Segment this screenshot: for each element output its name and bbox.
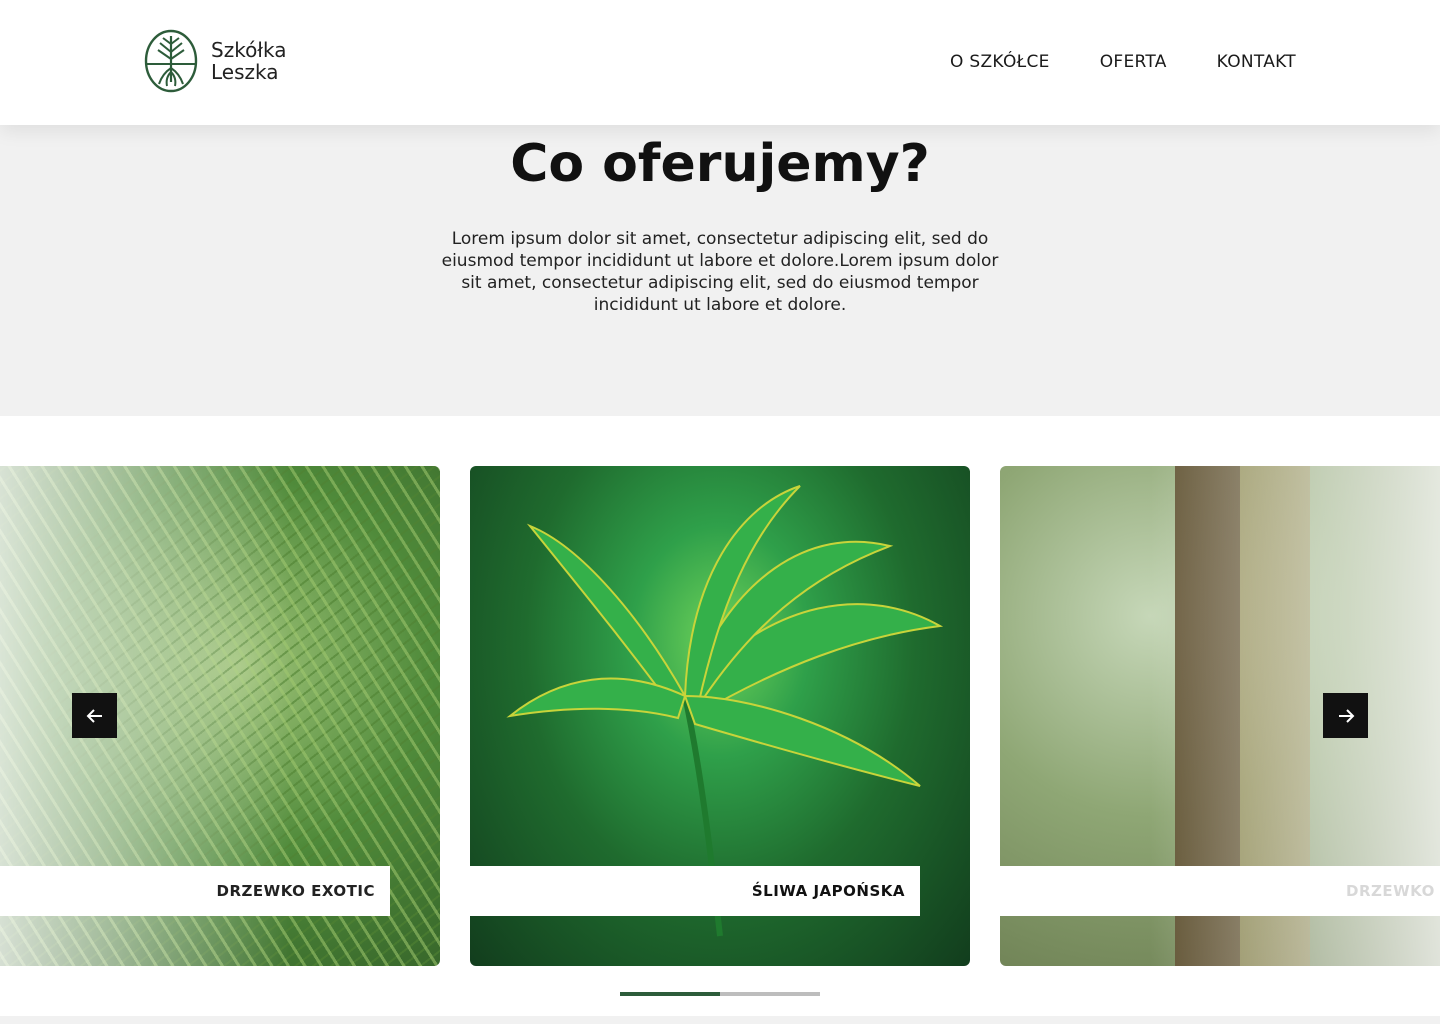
site-header: Szkółka Leszka O SZKÓŁCE OFERTA KONTAKT: [0, 0, 1440, 125]
slider-progress: [620, 992, 820, 996]
brand-name-line2: Leszka: [211, 60, 279, 84]
nav-item-oferta[interactable]: OFERTA: [1100, 52, 1167, 72]
nav-item-kontakt[interactable]: KONTAKT: [1217, 52, 1296, 72]
slide-label: ŚLIWA JAPOŃSKA: [470, 866, 920, 916]
slide-card-next[interactable]: DRZEWKO: [1000, 466, 1440, 966]
main-nav: O SZKÓŁCE OFERTA KONTAKT: [950, 52, 1296, 72]
slide-label: DRZEWKO: [1000, 866, 1440, 916]
nav-item-o-szkolce[interactable]: O SZKÓŁCE: [950, 52, 1050, 72]
brand-logo[interactable]: Szkółka Leszka: [143, 28, 286, 94]
arrow-left-icon: [86, 708, 102, 723]
page-title: Co oferujemy?: [510, 134, 930, 194]
slider-progress-fill: [620, 992, 720, 996]
tree-roots-logo-icon: [144, 29, 198, 93]
arrow-right-icon: [1338, 708, 1354, 723]
slide-label: DRZEWKO EXOTIC: [0, 866, 390, 916]
slider-next-button[interactable]: [1323, 693, 1368, 738]
product-slider: DRZEWKO EXOTIC ŚLIWA JAPOŃSKA DRZEWKO: [0, 416, 1440, 1016]
slide-card-previous[interactable]: DRZEWKO EXOTIC: [0, 466, 440, 966]
slide-card-active[interactable]: ŚLIWA JAPOŃSKA: [470, 466, 970, 966]
slider-prev-button[interactable]: [72, 693, 117, 738]
brand-name-line1: Szkółka: [211, 38, 287, 62]
intro-text: Lorem ipsum dolor sit amet, consectetur …: [441, 229, 999, 315]
brand-name: Szkółka Leszka: [211, 39, 286, 83]
